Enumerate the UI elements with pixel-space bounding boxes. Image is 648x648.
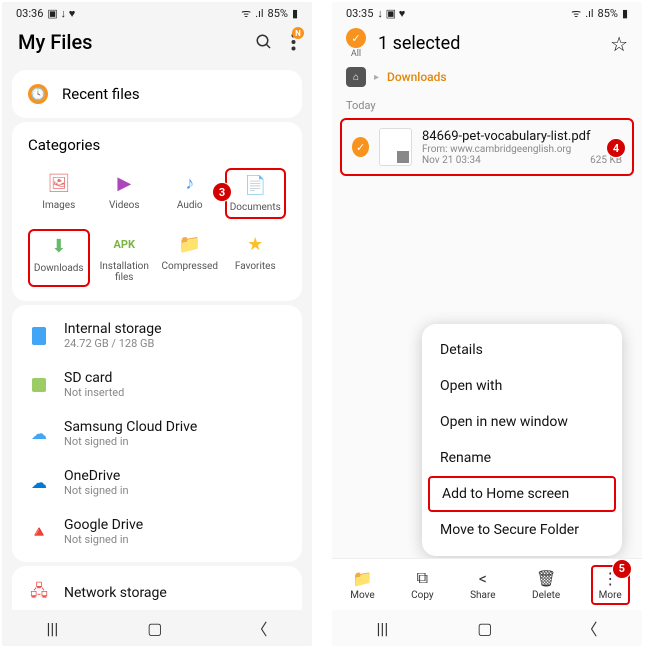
- app-header: My Files: [2, 24, 312, 66]
- signal-icon: .ıl: [255, 7, 263, 20]
- nav-back[interactable]: 〈: [581, 616, 597, 640]
- cat-images[interactable]: 🖼Images: [28, 168, 90, 219]
- storage-google-drive[interactable]: 🔺Google DriveNot signed in: [28, 507, 286, 556]
- trash-icon: 🗑: [536, 569, 556, 588]
- copy-icon: ⧉: [417, 568, 428, 588]
- select-all[interactable]: ✓ All: [346, 28, 366, 59]
- apk-icon: APK: [113, 233, 135, 255]
- battery-icon: ▮: [622, 7, 628, 20]
- nav-home[interactable]: ▢: [147, 619, 162, 638]
- signal-icon: .ıl: [585, 7, 593, 20]
- status-icon: ↓ ▣ ♥: [377, 7, 405, 20]
- battery-pct: 85%: [268, 7, 288, 20]
- more-icon[interactable]: [291, 33, 296, 51]
- file-from: From: www.cambridgeenglish.org: [422, 144, 571, 155]
- nav-home[interactable]: ▢: [477, 619, 492, 638]
- annotation-badge-5: 5: [612, 559, 632, 579]
- nav-recents[interactable]: |||: [47, 619, 59, 638]
- cloud-icon: ☁: [28, 423, 50, 445]
- categories-card: Categories 🖼Images ▶Videos ♪Audio 📄Docum…: [12, 122, 302, 301]
- left-screen: 03:36 ▣ ↓ ♥ ᯤ .ıl 85% ▮ My Files 🕓 Recen…: [2, 2, 312, 646]
- internal-icon: [28, 325, 50, 347]
- document-icon: 📄: [244, 174, 266, 196]
- storage-onedrive[interactable]: ☁OneDriveNot signed in: [28, 458, 286, 507]
- nav-recents[interactable]: |||: [377, 619, 389, 638]
- status-time: 03:36: [16, 7, 43, 20]
- menu-open-new-window[interactable]: Open in new window: [422, 404, 622, 440]
- cat-downloads[interactable]: ⬇Downloads: [28, 229, 90, 287]
- menu-rename[interactable]: Rename: [422, 440, 622, 476]
- battery-pct: 85%: [598, 7, 618, 20]
- file-date: Nov 21 03:34: [422, 155, 481, 166]
- annotation-badge-3: 3: [212, 182, 232, 202]
- chevron-right-icon: ▸: [374, 72, 379, 83]
- storage-samsung-cloud[interactable]: ☁Samsung Cloud DriveNot signed in: [28, 409, 286, 458]
- status-icon: ▣ ↓ ♥: [47, 7, 75, 20]
- action-delete[interactable]: 🗑Delete: [526, 567, 566, 603]
- file-row[interactable]: ✓ 84669-pet-vocabulary-list.pdf From: ww…: [340, 118, 634, 176]
- recent-files-label: Recent files: [62, 85, 140, 103]
- gdrive-icon: 🔺: [28, 521, 50, 543]
- section-today: Today: [332, 95, 642, 116]
- right-screen: 03:35 ↓ ▣ ♥ ᯤ .ıl 85% ▮ ✓ All 1 selected…: [332, 2, 642, 646]
- action-share[interactable]: <Share: [464, 567, 501, 603]
- cat-apk[interactable]: APKInstallation files: [94, 229, 156, 287]
- check-icon: ✓: [346, 28, 366, 48]
- action-more[interactable]: ⋮More 5: [591, 565, 630, 605]
- status-bar: 03:36 ▣ ↓ ♥ ᯤ .ıl 85% ▮: [2, 2, 312, 24]
- status-bar: 03:35 ↓ ▣ ♥ ᯤ .ıl 85% ▮: [332, 2, 642, 24]
- video-icon: ▶: [113, 172, 135, 194]
- annotation-badge-4: 4: [606, 138, 626, 158]
- download-icon: ⬇: [48, 235, 70, 257]
- recent-files-card[interactable]: 🕓 Recent files: [12, 70, 302, 118]
- zip-icon: 📁: [179, 233, 201, 255]
- wifi-icon: ᯤ: [241, 6, 251, 21]
- search-icon[interactable]: [255, 33, 273, 51]
- cat-videos[interactable]: ▶Videos: [94, 168, 156, 219]
- star-icon: ★: [244, 233, 266, 255]
- menu-add-home[interactable]: Add to Home screen: [428, 476, 616, 512]
- storage-internal[interactable]: Internal storage24.72 GB / 128 GB: [28, 311, 286, 360]
- breadcrumb-current[interactable]: Downloads: [387, 70, 447, 84]
- selection-header: ✓ All 1 selected ☆: [332, 24, 642, 67]
- selection-count: 1 selected: [378, 33, 598, 54]
- battery-icon: ▮: [292, 7, 298, 20]
- storage-network[interactable]: 🖧Network storage: [28, 572, 286, 614]
- storage-card: Internal storage24.72 GB / 128 GB SD car…: [12, 305, 302, 562]
- clock-icon: 🕓: [28, 84, 48, 104]
- nav-bar: ||| ▢ 〈: [332, 610, 642, 646]
- image-icon: 🖼: [48, 172, 70, 194]
- nav-bar: ||| ▢ 〈: [2, 610, 312, 646]
- action-move[interactable]: 📁Move: [344, 567, 380, 603]
- move-icon: 📁: [352, 569, 372, 588]
- favorite-icon[interactable]: ☆: [610, 32, 628, 56]
- cat-compressed[interactable]: 📁Compressed: [159, 229, 221, 287]
- sdcard-icon: [28, 374, 50, 396]
- cat-favorites[interactable]: ★Favorites: [225, 229, 287, 287]
- home-icon[interactable]: ⌂: [346, 67, 366, 87]
- categories-title: Categories: [28, 136, 286, 154]
- onedrive-icon: ☁: [28, 472, 50, 494]
- menu-open-with[interactable]: Open with: [422, 368, 622, 404]
- menu-secure-folder[interactable]: Move to Secure Folder: [422, 512, 622, 548]
- audio-icon: ♪: [179, 172, 201, 194]
- share-icon: <: [479, 569, 487, 588]
- nav-back[interactable]: 〈: [251, 616, 267, 640]
- action-copy[interactable]: ⧉Copy: [405, 566, 440, 603]
- context-menu: Details Open with Open in new window Ren…: [422, 324, 622, 556]
- storage-sdcard[interactable]: SD cardNot inserted: [28, 360, 286, 409]
- status-time: 03:35: [346, 7, 373, 20]
- menu-details[interactable]: Details: [422, 332, 622, 368]
- wifi-icon: ᯤ: [571, 6, 581, 21]
- breadcrumb: ⌂ ▸ Downloads: [332, 67, 642, 95]
- action-bar: 📁Move ⧉Copy <Share 🗑Delete ⋮More 5: [332, 558, 642, 610]
- file-name: 84669-pet-vocabulary-list.pdf: [422, 129, 622, 144]
- file-check-icon[interactable]: ✓: [352, 137, 369, 157]
- network-icon: 🖧: [28, 582, 50, 604]
- app-title: My Files: [18, 30, 92, 54]
- cat-documents[interactable]: 📄Documents: [225, 168, 287, 219]
- file-thumbnail: [379, 128, 412, 166]
